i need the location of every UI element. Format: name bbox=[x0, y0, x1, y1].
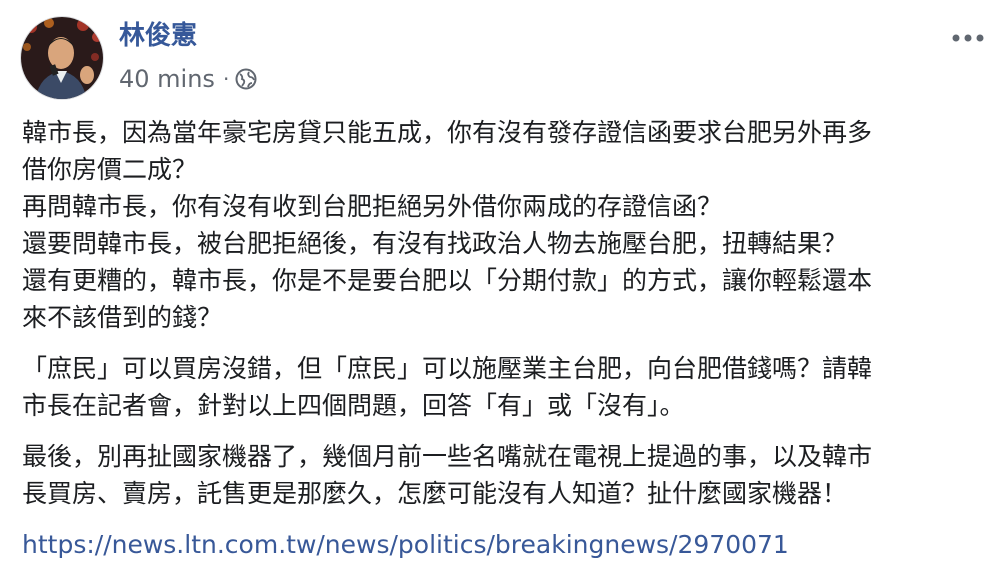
post-line: 「庶民」可以買房沒錯，但「庶民」可以施壓業主台肥，向台肥借錢嗎？請韓 bbox=[22, 354, 873, 383]
post-body: 韓市長，因為當年豪宅房貸只能五成，你有沒有發存證信函要求台肥另外再多 借你房價二… bbox=[22, 114, 988, 563]
more-options-icon[interactable] bbox=[950, 30, 986, 46]
avatar[interactable] bbox=[20, 16, 104, 100]
author-name[interactable]: 林俊憲 bbox=[119, 20, 197, 52]
avatar-image bbox=[21, 17, 103, 99]
post-line: 市長在記者會，針對以上四個問題，回答「有」或「沒有」。 bbox=[22, 391, 685, 420]
post-timestamp[interactable]: 40 mins bbox=[119, 65, 215, 93]
article-link[interactable]: https://news.ltn.com.tw/news/politics/br… bbox=[22, 530, 789, 559]
post-line: 最後，別再扯國家機器了，幾個月前一些名嘴就在電視上提過的事，以及韓市 bbox=[22, 442, 873, 471]
facebook-post: 林俊憲 40 mins · 韓市長，因為當年豪宅房貸只能五成，你有沒有發存證信函… bbox=[0, 0, 1006, 584]
post-line: 韓市長，因為當年豪宅房貸只能五成，你有沒有發存證信函要求台肥另外再多 bbox=[22, 118, 873, 147]
post-line: 還要問韓市長，被台肥拒絕後，有沒有找政治人物去施壓台肥，扭轉結果？ bbox=[22, 229, 848, 258]
globe-icon[interactable] bbox=[235, 68, 257, 90]
post-line: 借你房價二成？ bbox=[22, 155, 198, 184]
post-meta: 40 mins · bbox=[119, 64, 257, 94]
post-line: 還有更糟的，韓市長，你是不是要台肥以「分期付款」的方式，讓你輕鬆還本 bbox=[22, 266, 873, 295]
post-line: 再問韓市長，你有沒有收到台肥拒絕另外借你兩成的存證信函？ bbox=[22, 192, 723, 221]
post-line: 來不該借到的錢？ bbox=[22, 303, 223, 332]
post-header: 林俊憲 40 mins · bbox=[20, 16, 986, 100]
meta-separator: · bbox=[222, 67, 230, 91]
post-line: 長買房、賣房，託售更是那麼久，怎麼可能沒有人知道？扯什麼國家機器！ bbox=[22, 479, 848, 508]
